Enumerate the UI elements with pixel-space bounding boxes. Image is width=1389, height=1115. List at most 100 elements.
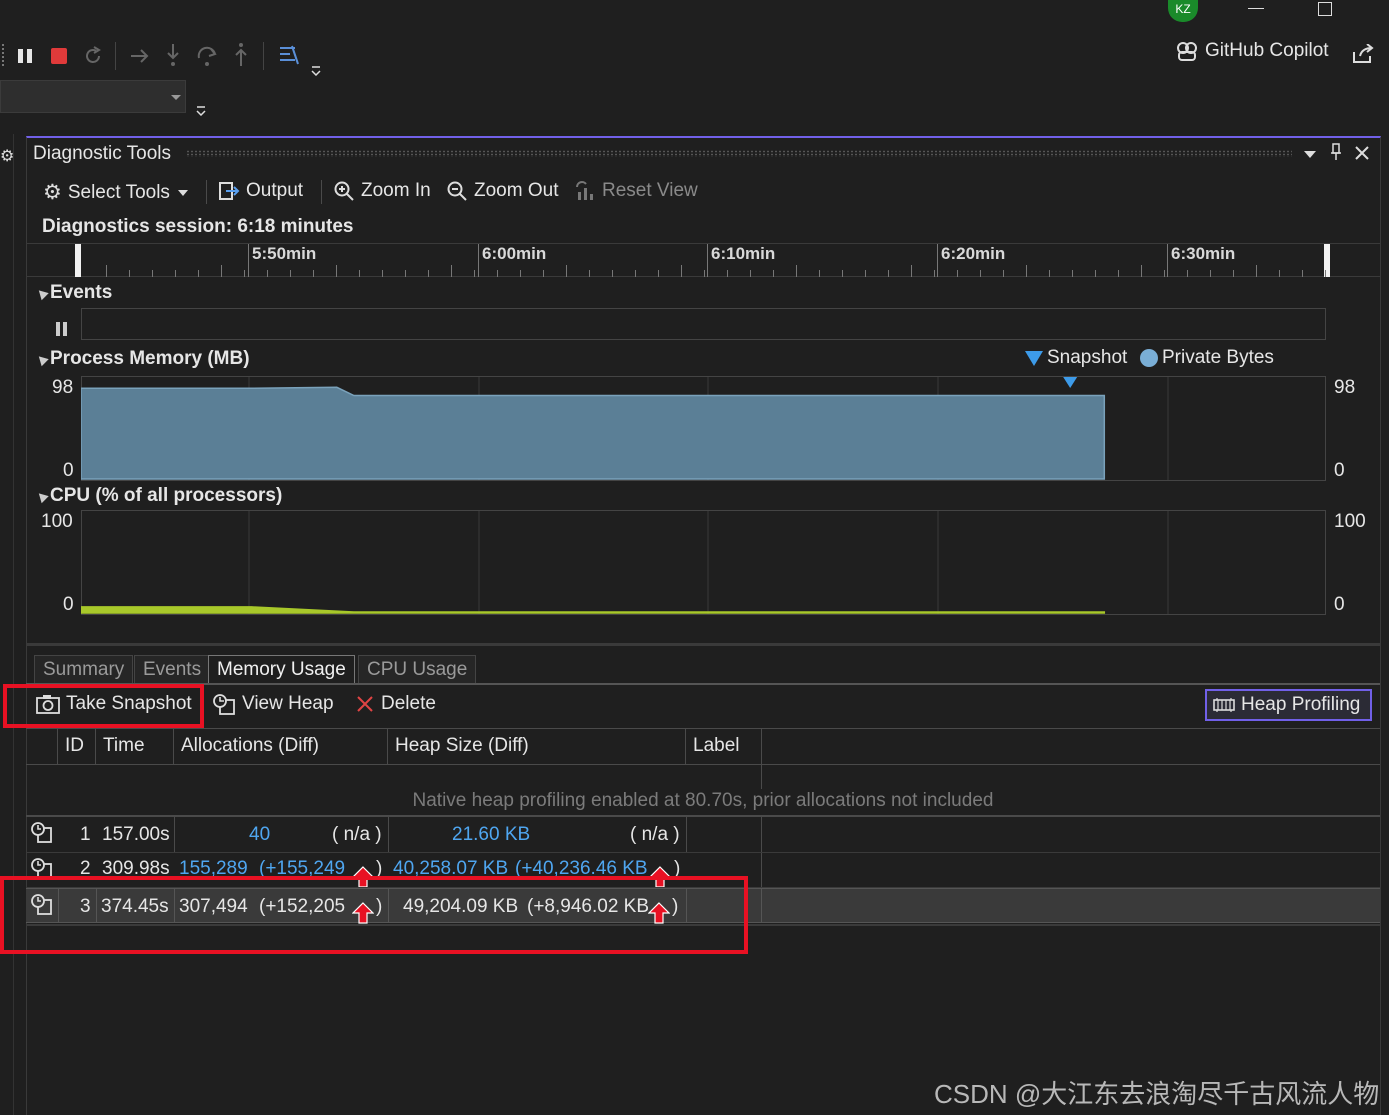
- delete-button[interactable]: Delete: [355, 693, 436, 715]
- close-icon[interactable]: [1354, 145, 1370, 167]
- session-duration: Diagnostics session: 6:18 minutes: [42, 216, 354, 237]
- zoom-in-button[interactable]: Zoom In: [333, 180, 431, 202]
- legend-snapshot: Snapshot: [1025, 347, 1127, 369]
- pause-icon[interactable]: [17, 48, 33, 64]
- restart-icon[interactable]: [82, 45, 104, 73]
- col-divider: [761, 817, 762, 852]
- time-ruler[interactable]: 5:50min 6:00min 6:10min 6:20min 6:30min: [26, 243, 1380, 277]
- cpu-section-toggle[interactable]: CPU (% of all processors): [35, 485, 283, 507]
- ruler-minor-tick: [1325, 270, 1326, 277]
- events-section-toggle[interactable]: Events: [35, 282, 112, 304]
- avatar[interactable]: KZ: [1168, 0, 1198, 22]
- ruler-minor-tick: [1049, 270, 1050, 277]
- ruler-tick-label: 5:50min: [252, 244, 317, 263]
- column-header-allocations[interactable]: Allocations (Diff): [174, 728, 388, 764]
- ruler-minor-tick: [1141, 265, 1142, 277]
- ruler-minor-tick: [888, 270, 889, 277]
- ruler-minor-tick: [221, 265, 222, 277]
- stop-icon[interactable]: [51, 48, 67, 64]
- row-id: 1: [80, 824, 91, 845]
- row-heap-size-link[interactable]: 21.60 KB: [452, 817, 530, 852]
- cpu-y-min: 0: [63, 594, 74, 615]
- ruler-minor-tick: [589, 270, 590, 277]
- pause-events-icon[interactable]: [56, 320, 68, 342]
- title-grip: [186, 150, 1292, 157]
- pin-icon[interactable]: [1330, 143, 1342, 167]
- table-row[interactable]: 1 157.00s 40 ( n/a ) 21.60 KB ( n/a ): [26, 817, 1380, 853]
- reset-view-button[interactable]: Reset View: [574, 180, 698, 202]
- ruler-minor-tick: [658, 270, 659, 277]
- maximize-button[interactable]: [1318, 2, 1332, 16]
- column-header-id[interactable]: ID: [58, 728, 96, 764]
- toolbar-overflow-icon[interactable]: [311, 60, 321, 82]
- events-track[interactable]: [81, 308, 1326, 340]
- row-allocations-diff: ( n/a ): [332, 824, 382, 845]
- row-allocations-link[interactable]: 40: [249, 817, 270, 852]
- cpu-y-min-right: 0: [1334, 594, 1345, 615]
- share-icon[interactable]: [1352, 43, 1374, 70]
- column-header-label[interactable]: Label: [686, 728, 762, 764]
- collapse-icon: [35, 286, 49, 301]
- view-heap-label: View Heap: [242, 693, 334, 714]
- step-over-icon[interactable]: [196, 44, 220, 74]
- ruler-tick-label: 6:30min: [1171, 244, 1236, 263]
- cpu-chart[interactable]: [81, 510, 1326, 615]
- take-snapshot-highlight: [3, 684, 204, 728]
- ruler-minor-tick: [1187, 270, 1188, 277]
- ruler-minor-tick: [796, 265, 797, 277]
- watermark: CSDN @大江东去浪淘尽千古风流人物: [934, 1079, 1380, 1109]
- view-heap-button[interactable]: View Heap: [212, 693, 334, 715]
- ruler-minor-tick: [1164, 270, 1165, 277]
- copilot-label: GitHub Copilot: [1205, 40, 1329, 61]
- tab-summary[interactable]: Summary: [34, 655, 134, 684]
- ruler-minor-tick: [819, 270, 820, 277]
- panel-options-icon[interactable]: [1304, 151, 1316, 158]
- ruler-tick: 6:30min: [1167, 244, 1235, 277]
- tab-cpu-usage[interactable]: CPU Usage: [358, 655, 477, 684]
- ruler-tick: 6:20min: [937, 244, 1005, 277]
- legend-private-bytes: Private Bytes: [1140, 347, 1274, 369]
- ruler-minor-tick: [1256, 265, 1257, 277]
- collapse-icon: [35, 489, 49, 504]
- collapse-icon: [35, 352, 49, 367]
- toolbar-separator: [321, 180, 322, 204]
- gear-icon[interactable]: ⚙: [0, 146, 14, 166]
- cpu-title: CPU (% of all processors): [50, 485, 283, 506]
- legend-snapshot-label: Snapshot: [1047, 347, 1128, 368]
- toolbar-overflow-icon[interactable]: [196, 100, 206, 122]
- view-heap-row-icon[interactable]: [30, 819, 54, 854]
- copilot-button[interactable]: GitHub Copilot: [1175, 40, 1329, 62]
- col-divider: [388, 817, 389, 852]
- header-icon-col: [26, 728, 58, 764]
- ruler-minor-tick: [1302, 270, 1303, 277]
- heap-profiling-toggle[interactable]: Heap Profiling: [1205, 689, 1373, 721]
- chevron-down-icon: [171, 95, 181, 100]
- minimize-button[interactable]: [1248, 8, 1264, 9]
- toolbar-separator: [206, 180, 207, 204]
- column-header-heap-size[interactable]: Heap Size (Diff): [388, 728, 686, 764]
- hot-reload-icon[interactable]: [277, 44, 301, 72]
- step-into-icon[interactable]: [164, 42, 182, 74]
- ruler-minor-tick: [1279, 270, 1280, 277]
- panel-splitter[interactable]: [26, 643, 1380, 646]
- column-header-time[interactable]: Time: [96, 728, 174, 764]
- tab-memory-usage[interactable]: Memory Usage: [208, 655, 355, 684]
- ruler-minor-tick: [1095, 270, 1096, 277]
- memory-chart[interactable]: [81, 376, 1326, 481]
- row-heap-diff: ( n/a ): [630, 824, 680, 845]
- show-next-statement-icon[interactable]: [129, 46, 151, 72]
- panel-title: Diagnostic Tools: [33, 143, 172, 164]
- zoom-out-button[interactable]: Zoom Out: [446, 180, 558, 202]
- step-out-icon[interactable]: [232, 42, 250, 74]
- tab-events[interactable]: Events: [134, 655, 211, 684]
- chevron-down-icon: [177, 189, 188, 196]
- select-tools-button[interactable]: ⚙ Select Tools: [43, 180, 188, 205]
- ruler-minor-tick: [865, 270, 866, 277]
- output-button[interactable]: Output: [218, 180, 303, 202]
- ruler-minor-tick: [934, 270, 935, 277]
- memory-section-toggle[interactable]: Process Memory (MB): [35, 348, 250, 370]
- series-area-cpu: [81, 606, 1106, 614]
- configuration-combobox[interactable]: [0, 80, 186, 113]
- memory-y-max-right: 98: [1334, 377, 1356, 398]
- memory-chip-icon: [1213, 697, 1235, 713]
